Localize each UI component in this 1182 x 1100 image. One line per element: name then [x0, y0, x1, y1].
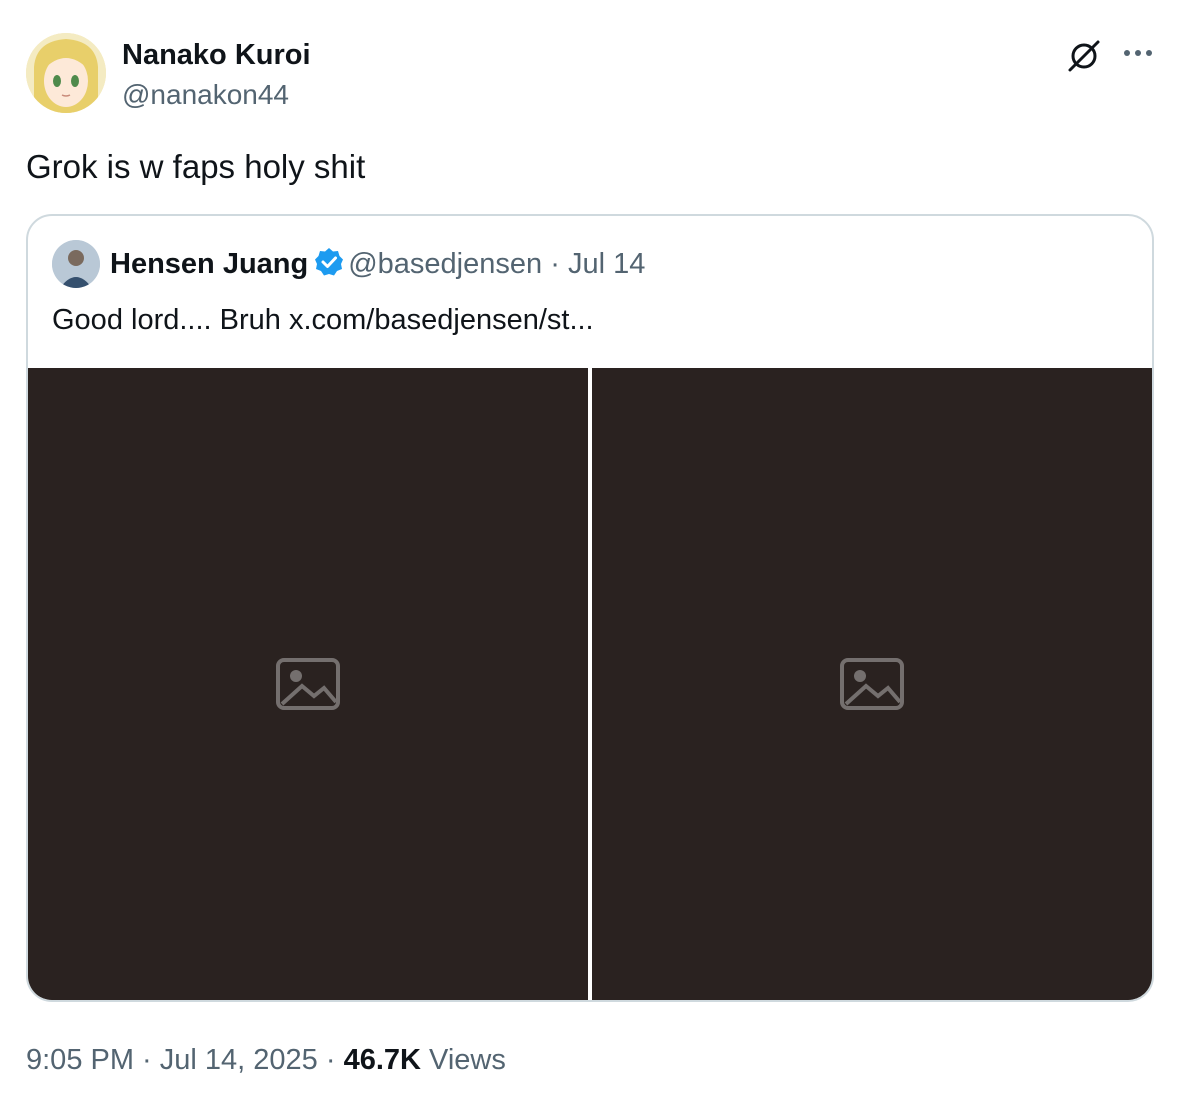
- tweet-text: Grok is w faps holy shit: [26, 148, 366, 185]
- media-placeholder-2[interactable]: [592, 368, 1152, 1000]
- tweet: Nanako Kuroi @nanakon44 Grok is w faps h…: [0, 0, 1182, 1100]
- views-label: Views: [420, 1044, 506, 1076]
- footer-separator: ·: [134, 1044, 160, 1076]
- author-name[interactable]: Nanako Kuroi: [122, 38, 311, 72]
- media-placeholder-1[interactable]: [28, 368, 588, 1000]
- image-icon: [840, 658, 904, 710]
- author-avatar[interactable]: [26, 33, 106, 113]
- tweet-time[interactable]: 9:05 PM: [26, 1044, 134, 1076]
- quote-header: Hensen Juang @basedjensen · Jul 14: [110, 246, 645, 282]
- meta-separator: ·: [550, 248, 560, 280]
- tweet-footer: 9:05 PM · Jul 14, 2025 · 46.7K Views: [26, 1040, 506, 1080]
- image-icon: [276, 658, 340, 710]
- quote-avatar[interactable]: [52, 240, 100, 288]
- quote-tweet-card[interactable]: Hensen Juang @basedjensen · Jul 14 Good …: [26, 214, 1154, 1002]
- verified-badge-icon: [315, 248, 344, 276]
- quote-date[interactable]: Jul 14: [568, 248, 645, 280]
- author-handle[interactable]: @nanakon44: [122, 78, 289, 112]
- tweet-date[interactable]: Jul 14, 2025: [160, 1044, 318, 1076]
- footer-separator: ·: [317, 1044, 344, 1076]
- quote-author-handle[interactable]: @basedjensen: [348, 248, 542, 280]
- grok-icon[interactable]: [1064, 36, 1104, 76]
- quote-media-grid[interactable]: [28, 368, 1152, 1000]
- views-count[interactable]: 46.7K: [344, 1044, 421, 1076]
- anime-avatar-icon: [26, 33, 106, 113]
- quote-text: Good lord.... Bruh x.com/basedjensen/st.…: [52, 304, 594, 336]
- quote-author-name[interactable]: Hensen Juang: [110, 248, 308, 280]
- more-icon[interactable]: [1118, 38, 1158, 68]
- profile-photo-icon: [52, 240, 100, 288]
